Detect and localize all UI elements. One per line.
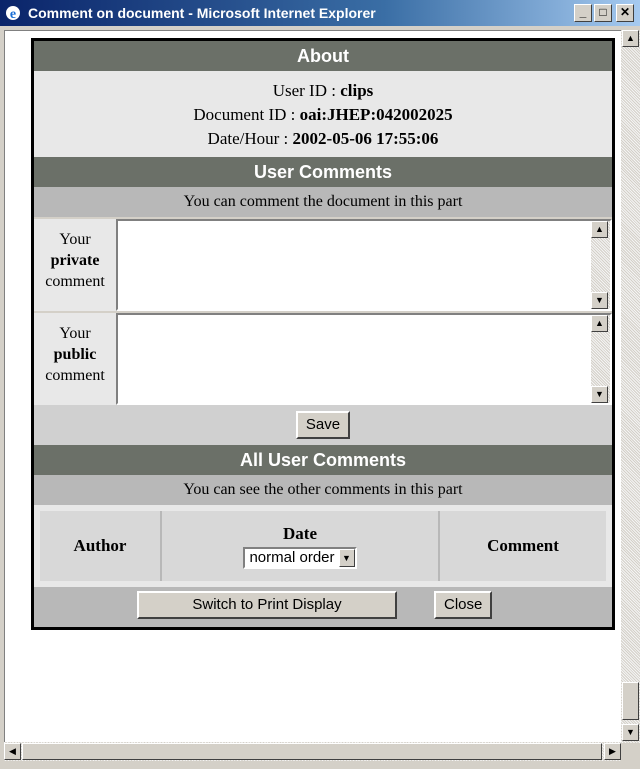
scroll-down-icon[interactable]: ▼ xyxy=(591,292,608,309)
public-label-line2: public xyxy=(53,346,97,363)
maximize-button[interactable]: □ xyxy=(594,4,612,22)
save-row: Save xyxy=(34,405,612,445)
public-comment-textarea[interactable]: ▲ ▼ xyxy=(116,313,612,405)
about-info: User ID : clips Document ID : oai:JHEP:0… xyxy=(34,71,612,157)
horizontal-scroll-thumb[interactable] xyxy=(22,743,602,760)
user-id-label: User ID : xyxy=(272,81,341,100)
column-date-label: Date xyxy=(283,523,317,543)
public-label-line3: comment xyxy=(45,367,105,384)
private-label-line2: private xyxy=(50,252,100,269)
private-label-line1: Your xyxy=(59,231,91,248)
user-id-line: User ID : clips xyxy=(34,79,612,103)
scroll-left-icon[interactable]: ◀ xyxy=(4,743,21,760)
date-line: Date/Hour : 2002-05-06 17:55:06 xyxy=(34,127,612,151)
chevron-down-icon[interactable]: ▼ xyxy=(338,548,355,567)
comment-form-table: About User ID : clips Document ID : oai:… xyxy=(31,38,615,630)
footer-bar: Switch to Print Display Close xyxy=(34,587,612,627)
public-label-line1: Your xyxy=(59,325,91,342)
order-select[interactable]: normal order ▼ xyxy=(243,546,357,569)
scroll-down-icon[interactable]: ▼ xyxy=(622,724,639,741)
comments-table-header: Author Date normal order ▼ Comment xyxy=(40,511,606,581)
public-comment-row: Your public comment ▲ ▼ xyxy=(34,311,612,405)
document-id-value: oai:JHEP:042002025 xyxy=(299,105,453,124)
scroll-up-icon[interactable]: ▲ xyxy=(622,30,639,47)
all-comments-heading: All User Comments xyxy=(34,445,612,475)
title-bar: e Comment on document - Microsoft Intern… xyxy=(0,0,640,26)
date-value: 2002-05-06 17:55:06 xyxy=(292,129,439,148)
private-comment-scrollbar[interactable]: ▲ ▼ xyxy=(591,221,610,309)
internet-explorer-icon: e xyxy=(6,6,20,22)
user-comments-heading: User Comments xyxy=(34,157,612,187)
order-select-value: normal order xyxy=(249,549,335,566)
close-window-button[interactable]: ✕ xyxy=(616,4,634,22)
vertical-scrollbar[interactable]: ▲ ▼ xyxy=(621,30,640,743)
print-display-button[interactable]: Switch to Print Display xyxy=(137,591,397,619)
all-comments-subheading: You can see the other comments in this p… xyxy=(34,475,612,505)
scroll-up-icon[interactable]: ▲ xyxy=(591,315,608,332)
ie-window: e Comment on document - Microsoft Intern… xyxy=(0,0,640,769)
minimize-button[interactable]: _ xyxy=(574,4,592,22)
public-comment-label: Your public comment xyxy=(34,313,116,405)
save-button[interactable]: Save xyxy=(295,411,351,439)
document-id-line: Document ID : oai:JHEP:042002025 xyxy=(34,103,612,127)
scroll-thumb[interactable] xyxy=(622,682,639,720)
svg-text:e: e xyxy=(10,7,16,22)
scroll-down-icon[interactable]: ▼ xyxy=(591,386,608,403)
scroll-right-icon[interactable]: ▶ xyxy=(604,743,621,760)
public-comment-scrollbar[interactable]: ▲ ▼ xyxy=(591,315,610,403)
column-comment: Comment xyxy=(440,511,606,581)
private-comment-row: Your private comment ▲ ▼ xyxy=(34,217,612,311)
user-comments-subheading: You can comment the document in this par… xyxy=(34,187,612,217)
horizontal-scrollbar[interactable]: ◀ ▶ xyxy=(4,742,621,761)
about-heading: About xyxy=(34,41,612,71)
private-label-line3: comment xyxy=(45,273,105,290)
private-comment-textarea[interactable]: ▲ ▼ xyxy=(116,219,612,311)
date-label: Date/Hour : xyxy=(207,129,293,148)
scroll-up-icon[interactable]: ▲ xyxy=(591,221,608,238)
column-author: Author xyxy=(40,511,162,581)
document-id-label: Document ID : xyxy=(193,105,300,124)
private-comment-label: Your private comment xyxy=(34,219,116,311)
column-date: Date normal order ▼ xyxy=(162,511,440,581)
window-title: Comment on document - Microsoft Internet… xyxy=(28,5,376,21)
user-id-value: clips xyxy=(340,81,374,100)
close-button[interactable]: Close xyxy=(434,591,493,619)
